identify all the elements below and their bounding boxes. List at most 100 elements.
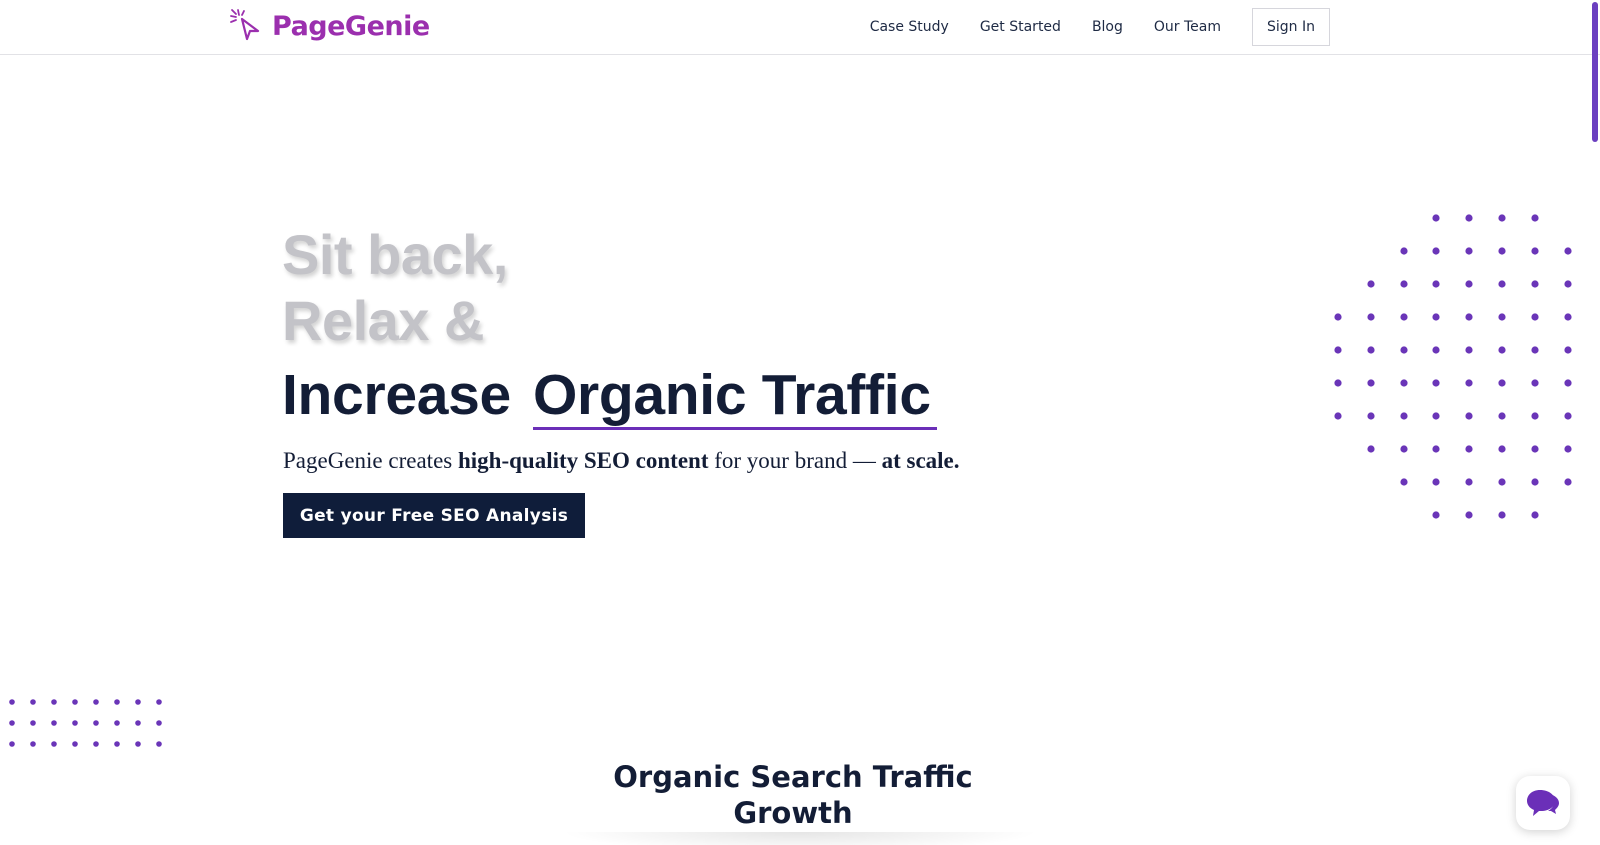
hero-headline: Increase Organic Traffic bbox=[282, 362, 937, 430]
decorative-dot bbox=[1564, 313, 1572, 321]
hero-line-relax: Relax & bbox=[282, 289, 484, 352]
decorative-dot bbox=[1465, 346, 1473, 354]
decorative-dot bbox=[30, 699, 36, 705]
decorative-dot bbox=[30, 741, 36, 747]
decorative-dot bbox=[1432, 379, 1440, 387]
decorative-dot bbox=[1465, 445, 1473, 453]
chat-widget-button[interactable] bbox=[1516, 776, 1570, 830]
accent-underline bbox=[532, 427, 937, 430]
decorative-dot bbox=[1432, 247, 1440, 255]
decorative-dot bbox=[1498, 346, 1506, 354]
nav-blog[interactable]: Blog bbox=[1092, 19, 1123, 35]
decorative-dot bbox=[30, 720, 36, 726]
decorative-dot bbox=[72, 741, 78, 747]
decorative-dot bbox=[72, 699, 78, 705]
decorative-dot bbox=[114, 699, 120, 705]
decorative-dot bbox=[1400, 280, 1408, 288]
decorative-dot bbox=[9, 741, 15, 747]
sign-in-button[interactable]: Sign In bbox=[1252, 8, 1330, 46]
decorative-dot bbox=[1400, 346, 1408, 354]
decorative-dot bbox=[1367, 346, 1375, 354]
logo-link[interactable]: PageGenie bbox=[228, 6, 430, 46]
decorative-dots-left bbox=[9, 699, 162, 747]
decorative-dot bbox=[1498, 214, 1506, 222]
hero-subheadline: PageGenie creates high-quality SEO conte… bbox=[283, 448, 960, 474]
site-header: PageGenie Case Study Get Started Blog Ou… bbox=[0, 0, 1600, 55]
decorative-dot bbox=[1400, 379, 1408, 387]
decorative-dot bbox=[1564, 478, 1572, 486]
decorative-dot bbox=[1400, 313, 1408, 321]
decorative-dot bbox=[1531, 511, 1539, 519]
decorative-dots-right bbox=[1334, 214, 1572, 519]
decorative-dot bbox=[1367, 412, 1375, 420]
section-title: Organic Search Traffic Growth bbox=[593, 759, 993, 831]
section-title-line-2: Growth bbox=[733, 796, 853, 830]
decorative-dot bbox=[1432, 478, 1440, 486]
sub-bold-1: high-quality SEO content bbox=[457, 448, 709, 473]
decorative-dot bbox=[1334, 346, 1342, 354]
decorative-dot bbox=[1400, 445, 1408, 453]
decorative-dot bbox=[9, 699, 15, 705]
decorative-dot bbox=[1498, 412, 1506, 420]
decorative-dot bbox=[51, 699, 57, 705]
decorative-dot bbox=[114, 741, 120, 747]
decorative-dot bbox=[135, 741, 141, 747]
decorative-dot bbox=[135, 699, 141, 705]
decorative-dot bbox=[1367, 313, 1375, 321]
decorative-dot bbox=[1465, 247, 1473, 255]
decorative-dot bbox=[1334, 412, 1342, 420]
decorative-dot bbox=[156, 699, 162, 705]
decorative-dot bbox=[1564, 379, 1572, 387]
decorative-dot bbox=[1465, 280, 1473, 288]
decorative-dot bbox=[1498, 313, 1506, 321]
decorative-dot bbox=[93, 720, 99, 726]
free-seo-analysis-button[interactable]: Get your Free SEO Analysis bbox=[283, 493, 585, 538]
decorative-dot bbox=[1531, 412, 1539, 420]
decorative-dot bbox=[51, 720, 57, 726]
hero-line-sit-back: Sit back, bbox=[282, 223, 508, 286]
decorative-dot bbox=[1432, 313, 1440, 321]
decorative-dot bbox=[114, 720, 120, 726]
nav-our-team[interactable]: Our Team bbox=[1154, 19, 1221, 35]
decorative-dot bbox=[1465, 478, 1473, 486]
decorative-dot bbox=[51, 741, 57, 747]
nav-get-started[interactable]: Get Started bbox=[980, 19, 1061, 35]
sub-bold-2: at scale. bbox=[881, 448, 960, 473]
hero-headline-accent-text: Organic Traffic bbox=[532, 363, 931, 427]
decorative-dot bbox=[1465, 412, 1473, 420]
sub-text-2: for your brand — bbox=[708, 448, 882, 473]
decorative-dot bbox=[1465, 511, 1473, 519]
decorative-dot bbox=[1334, 313, 1342, 321]
hero-headline-accent: Organic Traffic bbox=[532, 362, 937, 430]
decorative-dot bbox=[135, 720, 141, 726]
decorative-dot bbox=[1564, 445, 1572, 453]
section-card-shadow bbox=[560, 832, 1040, 845]
decorative-dot bbox=[1531, 247, 1539, 255]
chat-bubbles-icon bbox=[1527, 790, 1559, 816]
scrollbar-thumb[interactable] bbox=[1592, 2, 1598, 142]
decorative-dot bbox=[1498, 478, 1506, 486]
main-nav: Case Study Get Started Blog Our Team Sig… bbox=[870, 8, 1330, 46]
decorative-dot bbox=[1367, 379, 1375, 387]
decorative-dot bbox=[93, 741, 99, 747]
decorative-dot bbox=[1531, 445, 1539, 453]
decorative-dot bbox=[1564, 346, 1572, 354]
decorative-dot bbox=[72, 720, 78, 726]
decorative-dot bbox=[1367, 280, 1375, 288]
decorative-dot bbox=[1367, 445, 1375, 453]
decorative-dot bbox=[1432, 511, 1440, 519]
decorative-dot bbox=[9, 720, 15, 726]
decorative-dot bbox=[1564, 412, 1572, 420]
decorative-dot bbox=[1432, 214, 1440, 222]
nav-case-study[interactable]: Case Study bbox=[870, 19, 949, 35]
decorative-dot bbox=[1564, 247, 1572, 255]
decorative-dot bbox=[1432, 346, 1440, 354]
decorative-dot bbox=[1531, 346, 1539, 354]
logo-text: PageGenie bbox=[272, 10, 430, 42]
decorative-dot bbox=[1400, 478, 1408, 486]
decorative-dot bbox=[1531, 313, 1539, 321]
decorative-dot bbox=[1432, 445, 1440, 453]
sub-text-1: creates bbox=[382, 448, 458, 473]
decorative-dot bbox=[1465, 313, 1473, 321]
decorative-dot bbox=[1498, 445, 1506, 453]
